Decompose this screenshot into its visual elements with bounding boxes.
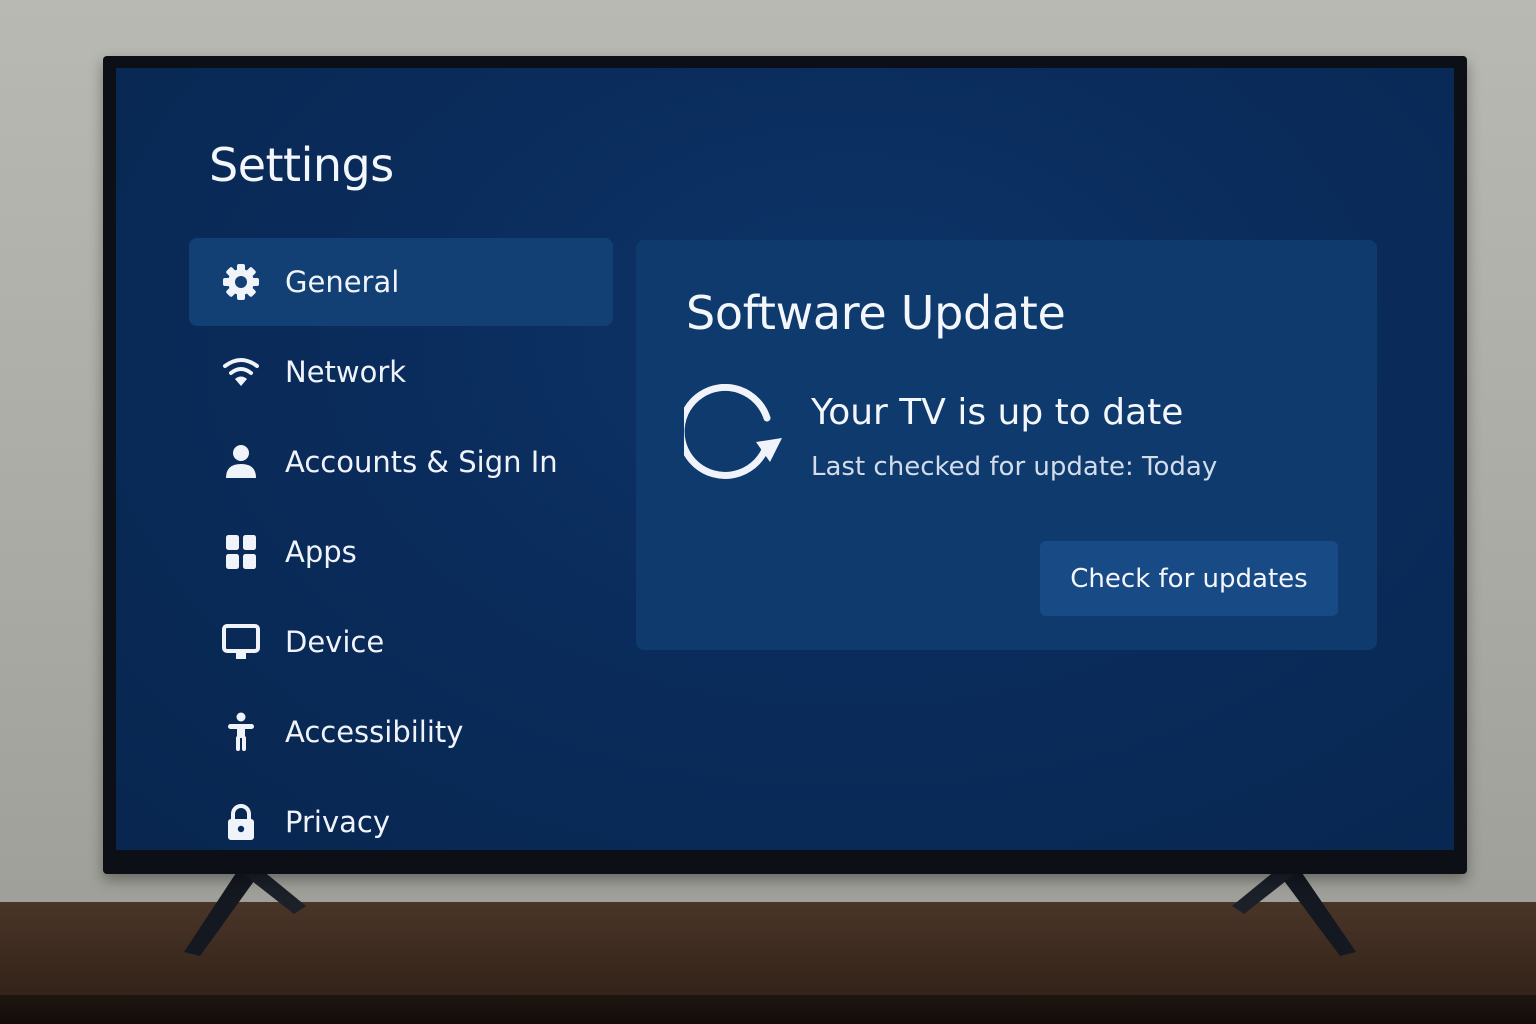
refresh-icon: [677, 383, 788, 488]
sidebar-item-apps[interactable]: Apps: [189, 508, 613, 596]
tv-leg-left: [184, 870, 306, 956]
sidebar-item-label: Privacy: [285, 805, 390, 839]
sidebar-item-label: Apps: [285, 535, 357, 569]
panel-title: Software Update: [686, 286, 1066, 340]
sidebar-item-general[interactable]: General: [189, 238, 613, 326]
last-checked-text: Last checked for update: Today: [811, 452, 1218, 482]
wifi-icon: [219, 350, 263, 394]
sidebar-item-device[interactable]: Device: [189, 598, 613, 686]
settings-sidebar: General Network Accounts & Sign In Apps …: [189, 238, 613, 850]
update-status-heading: Your TV is up to date: [811, 392, 1184, 433]
gear-icon: [219, 260, 263, 304]
sidebar-item-label: Device: [285, 625, 385, 659]
sidebar-item-accessibility[interactable]: Accessibility: [189, 688, 613, 776]
apps-grid-icon: [219, 530, 263, 574]
sidebar-item-accounts[interactable]: Accounts & Sign In: [189, 418, 613, 506]
lock-icon: [219, 800, 263, 844]
sidebar-item-label: General: [285, 265, 400, 299]
page-title: Settings: [209, 138, 394, 192]
shelf-front-edge: [0, 995, 1536, 1024]
sidebar-item-label: Accessibility: [285, 715, 464, 749]
tv-leg-right: [1232, 870, 1356, 956]
sidebar-item-network[interactable]: Network: [189, 328, 613, 416]
sidebar-item-label: Accounts & Sign In: [285, 445, 558, 479]
software-update-panel: Software Update Your TV is up to date La…: [636, 240, 1377, 650]
sidebar-item-privacy[interactable]: Privacy: [189, 778, 613, 850]
tv-screen: Settings General Network Accounts & Sign…: [116, 68, 1454, 850]
monitor-icon: [219, 620, 263, 664]
check-for-updates-button[interactable]: Check for updates: [1040, 541, 1338, 616]
accessibility-icon: [219, 710, 263, 754]
person-icon: [219, 440, 263, 484]
sidebar-item-label: Network: [285, 355, 407, 389]
